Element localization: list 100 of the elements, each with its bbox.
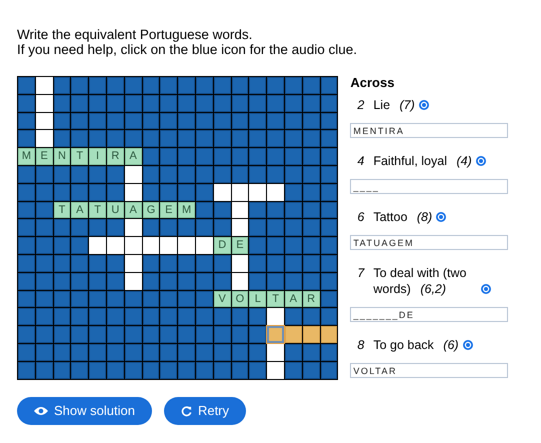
block-cell (196, 77, 213, 94)
block-cell (54, 130, 70, 148)
block-cell (178, 77, 195, 94)
block-cell (320, 254, 338, 272)
block-cell (18, 94, 35, 112)
block-cell (142, 112, 160, 130)
block-cell (71, 272, 88, 290)
answer-field[interactable]: ____ (350, 179, 508, 194)
block-cell (54, 272, 70, 290)
letter-cell[interactable]: A (124, 148, 142, 165)
block-cell (178, 362, 195, 379)
block-cell (18, 130, 35, 148)
block-cell (267, 112, 284, 130)
letter-cell[interactable]: V (214, 290, 231, 308)
block-cell (302, 130, 320, 148)
block-cell (320, 362, 338, 379)
block-cell (214, 112, 231, 130)
letter-cell[interactable]: E (36, 148, 53, 165)
block-cell (320, 344, 338, 361)
highlighted-cell[interactable] (302, 326, 320, 343)
letter-cell[interactable]: T (89, 202, 106, 218)
clue-text: To go back (6) (373, 336, 459, 352)
block-cell (214, 219, 231, 236)
block-cell (284, 202, 302, 218)
block-cell (36, 254, 53, 272)
show-solution-button[interactable]: Show solution (17, 397, 152, 425)
block-cell (160, 112, 178, 130)
info-icon[interactable] (476, 156, 486, 166)
block-cell (71, 112, 88, 130)
block-cell (214, 308, 231, 326)
block-cell (302, 148, 320, 165)
letter-cell[interactable]: E (232, 237, 248, 254)
block-cell (214, 362, 231, 379)
focused-cell[interactable] (267, 326, 284, 343)
block-cell (89, 362, 106, 379)
retry-button[interactable]: Retry (164, 397, 246, 425)
block-cell (160, 326, 178, 343)
block-cell (54, 166, 70, 183)
block-cell (284, 344, 302, 361)
block-cell (89, 219, 106, 236)
block-cell (160, 254, 178, 272)
block-cell (71, 184, 88, 201)
answer-field[interactable]: TATUAGEM (350, 235, 508, 250)
block-cell (160, 77, 178, 94)
block-cell (178, 308, 195, 326)
letter-cell[interactable]: A (71, 202, 88, 218)
block-cell (54, 77, 70, 94)
info-icon[interactable] (418, 100, 429, 110)
block-cell (267, 166, 284, 183)
letter-cell[interactable]: M (18, 148, 35, 165)
block-cell (267, 237, 284, 254)
info-icon[interactable] (481, 284, 492, 294)
letter-cell[interactable]: N (54, 148, 70, 165)
block-cell (284, 148, 302, 165)
letter-cell[interactable]: D (214, 237, 231, 254)
block-cell (36, 290, 53, 308)
block-cell (36, 344, 53, 361)
block-cell (232, 308, 248, 326)
letter-cell[interactable]: U (106, 202, 124, 218)
letter-cell[interactable]: I (89, 148, 106, 165)
block-cell (36, 202, 53, 218)
letter-cell[interactable]: G (142, 202, 160, 218)
info-icon[interactable] (436, 212, 446, 222)
block-cell (54, 290, 70, 308)
letter-cell[interactable]: T (54, 202, 70, 218)
letter-cell[interactable]: T (267, 290, 284, 308)
block-cell (267, 272, 284, 290)
answer-field[interactable]: VOLTAR (350, 363, 508, 378)
letter-cell[interactable]: T (71, 148, 88, 165)
block-cell (178, 272, 195, 290)
block-cell (89, 184, 106, 201)
block-cell (89, 290, 106, 308)
block-cell (54, 254, 70, 272)
clue-number: 4 (357, 152, 366, 168)
clue-number: 8 (357, 336, 366, 352)
block-cell (302, 202, 320, 218)
info-icon[interactable] (462, 340, 473, 350)
block-cell (320, 272, 338, 290)
block-cell (18, 254, 35, 272)
letter-cell[interactable]: M (178, 202, 195, 218)
block-cell (267, 94, 284, 112)
letter-cell[interactable]: R (302, 290, 320, 308)
letter-cell[interactable]: R (106, 148, 124, 165)
block-cell (106, 254, 124, 272)
answer-field[interactable]: MENTIRA (350, 123, 508, 138)
letter-cell[interactable]: O (232, 290, 248, 308)
block-cell (54, 308, 70, 326)
block-cell (160, 272, 178, 290)
block-cell (302, 272, 320, 290)
highlighted-cell[interactable] (284, 326, 302, 343)
clue-number: 7 (357, 264, 366, 282)
block-cell (302, 112, 320, 130)
letter-cell[interactable]: E (160, 202, 178, 218)
clue-text: Faithful, loyal (4) (373, 152, 472, 168)
letter-cell[interactable]: A (284, 290, 302, 308)
highlighted-cell[interactable] (320, 326, 338, 343)
block-cell (142, 77, 160, 94)
letter-cell[interactable]: A (124, 202, 142, 218)
answer-field[interactable]: _______DE (350, 307, 508, 322)
letter-cell[interactable]: L (249, 290, 266, 308)
